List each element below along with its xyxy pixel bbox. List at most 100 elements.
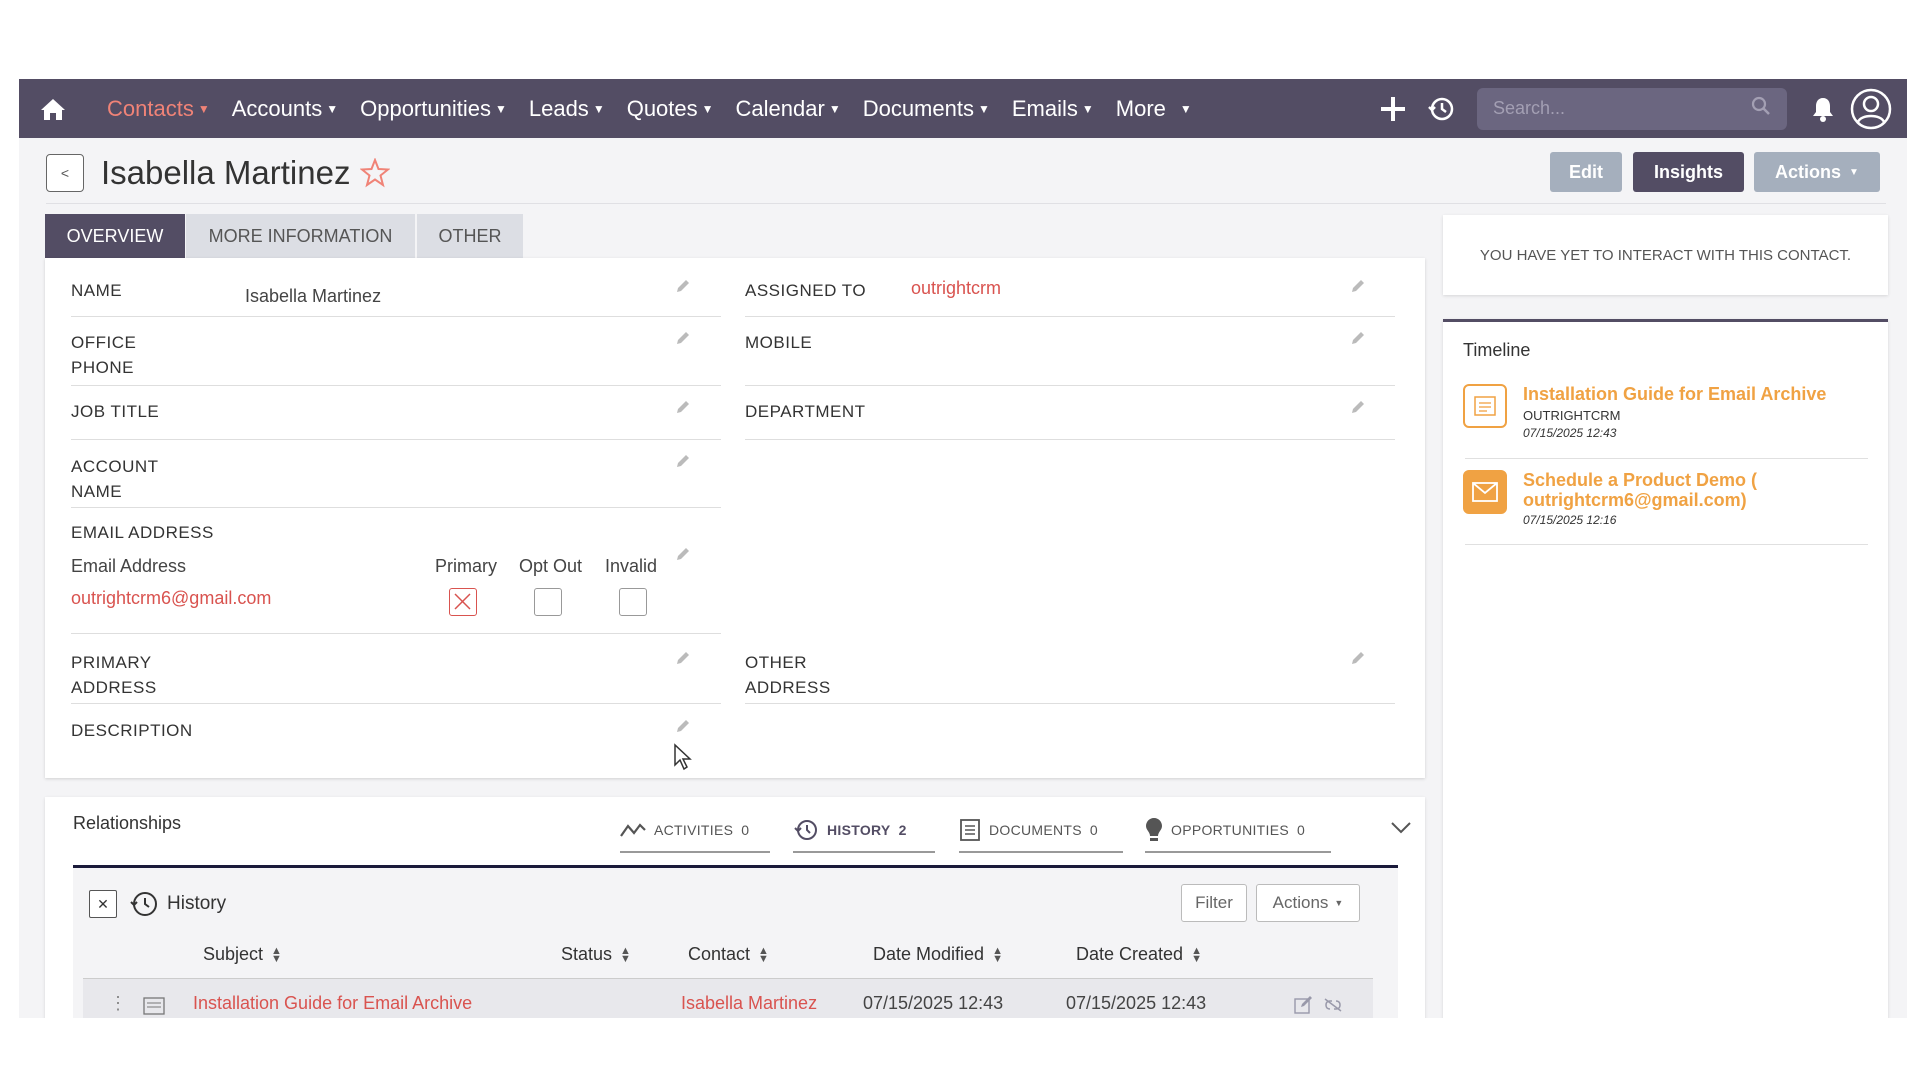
record-name: Isabella Martinez (101, 154, 351, 191)
timeline-link[interactable]: Installation Guide for Email Archive (1523, 384, 1868, 404)
edit-icon[interactable] (1293, 995, 1313, 1015)
edit-button[interactable]: Edit (1550, 152, 1622, 192)
pencil-icon[interactable] (1350, 330, 1366, 346)
history-icon (794, 820, 817, 840)
home-icon[interactable] (27, 79, 79, 138)
rel-tab-activities[interactable]: ACTIVITIES 0 (620, 809, 770, 853)
subpanel-actions-button[interactable]: Actions ▼ (1256, 884, 1360, 922)
nav-more[interactable]: More ▼ (1116, 96, 1192, 122)
divider (745, 385, 1395, 386)
document-icon (143, 997, 165, 1015)
other-address-label: OTHER ADDRESS (745, 653, 831, 697)
col-date-modified[interactable]: Date Modified ▲ ▼ (873, 944, 1003, 965)
col-status[interactable]: Status ▲ ▼ (561, 944, 631, 965)
filter-button[interactable]: Filter (1181, 884, 1247, 922)
close-icon[interactable]: ✕ (89, 890, 117, 918)
back-button[interactable]: < (46, 154, 84, 192)
lightbulb-icon (1146, 818, 1162, 841)
unlink-icon[interactable] (1323, 997, 1343, 1013)
actions-button[interactable]: Actions ▼ (1754, 152, 1880, 192)
primary-address-label: PRIMARY ADDRESS (71, 653, 157, 697)
caret-down-icon: ▼ (1081, 101, 1094, 116)
pencil-icon[interactable] (675, 453, 691, 469)
assigned-to-link[interactable]: outrightcrm (911, 278, 1001, 299)
opt-out-label: Opt Out (519, 556, 583, 576)
pencil-icon[interactable] (675, 399, 691, 415)
sort-icon: ▲ ▼ (1191, 944, 1202, 965)
history-icon[interactable] (1417, 79, 1465, 138)
history-icon (130, 892, 157, 916)
sort-icon: ▲ ▼ (992, 944, 1003, 965)
history-subpanel: ✕ History Filter Actions ▼ Subject ▲ ▼ Stat… (73, 865, 1398, 1018)
row-subject-link[interactable]: Installation Guide for Email Archive (193, 993, 472, 1014)
col-subject[interactable]: Subject ▲ ▼ (203, 944, 282, 965)
tab-more-information[interactable]: MORE INFORMATION (186, 214, 415, 258)
pencil-icon[interactable] (1350, 650, 1366, 666)
relationships-panel: Relationships ACTIVITIES 0 HISTORY 2 DOCUM… (45, 797, 1425, 1018)
search-input[interactable] (1493, 98, 1751, 119)
pencil-icon[interactable] (675, 546, 691, 562)
email-address-label: EMAIL ADDRESS (71, 523, 214, 542)
nav-contacts[interactable]: Contacts ▼ (107, 96, 210, 122)
nav-leads[interactable]: Leads ▼ (529, 96, 605, 122)
nav-calendar[interactable]: Calendar ▼ (736, 96, 841, 122)
chevron-down-icon[interactable] (1390, 821, 1412, 835)
timeline-date: 07/15/2025 12:16 (1523, 513, 1617, 527)
caret-down-icon: ▼ (197, 101, 210, 116)
email-link[interactable]: outrightcrm6@gmail.com (71, 588, 271, 609)
invalid-checkbox[interactable] (619, 588, 647, 616)
tab-other[interactable]: OTHER (417, 214, 523, 258)
divider (71, 439, 721, 440)
caret-down-icon: ▼ (1334, 898, 1344, 908)
row-contact-link[interactable]: Isabella Martinez (681, 993, 817, 1014)
star-icon[interactable] (360, 158, 391, 188)
bell-icon[interactable] (1799, 79, 1847, 138)
user-icon[interactable] (1847, 79, 1895, 138)
rel-tab-history[interactable]: HISTORY 2 (793, 809, 935, 853)
sort-icon: ▲ ▼ (271, 944, 282, 965)
pencil-icon[interactable] (1350, 278, 1366, 294)
relationships-title: Relationships (73, 813, 182, 833)
col-contact[interactable]: Contact ▲ ▼ (688, 944, 769, 965)
envelope-icon (1463, 470, 1507, 514)
nav-documents[interactable]: Documents ▼ (863, 96, 990, 122)
sort-icon: ▲ ▼ (620, 944, 631, 965)
nav-right-tools (1369, 79, 1907, 138)
name-value: Isabella Martinez (245, 286, 382, 306)
office-phone-label: OFFICE PHONE (71, 333, 137, 377)
document-icon (960, 819, 980, 841)
account-name-label: ACCOUNT NAME (71, 457, 159, 501)
nav-opportunities[interactable]: Opportunities ▼ (360, 96, 507, 122)
mouse-cursor-icon (674, 743, 692, 771)
pencil-icon[interactable] (675, 650, 691, 666)
page-title: Isabella Martinez (101, 154, 391, 192)
rel-tab-documents[interactable]: DOCUMENTS 0 (959, 809, 1123, 853)
tab-overview[interactable]: OVERVIEW (45, 214, 185, 258)
row-menu-icon[interactable]: ⋮ (109, 993, 127, 1014)
nav-quotes[interactable]: Quotes ▼ (627, 96, 714, 122)
divider (1465, 458, 1868, 459)
timeline-date: 07/15/2025 12:43 (1523, 426, 1617, 440)
insights-button[interactable]: Insights (1633, 152, 1744, 192)
plus-icon[interactable] (1369, 79, 1417, 138)
row-date-modified: 07/15/2025 12:43 (863, 993, 1004, 1013)
caret-down-icon: ▼ (1849, 166, 1859, 178)
search-icon[interactable] (1751, 96, 1771, 121)
timeline-link[interactable]: Schedule a Product Demo ( outrightcrm6@g… (1523, 470, 1868, 510)
divider (71, 385, 721, 386)
caret-down-icon: ▼ (494, 101, 507, 116)
pencil-icon[interactable] (675, 278, 691, 294)
description-label: DESCRIPTION (71, 721, 193, 740)
divider (745, 703, 1395, 704)
pencil-icon[interactable] (675, 330, 691, 346)
col-date-created[interactable]: Date Created ▲ ▼ (1076, 944, 1202, 965)
rel-tab-opportunities[interactable]: OPPORTUNITIES 0 (1145, 809, 1331, 853)
pencil-icon[interactable] (1350, 399, 1366, 415)
opt-out-checkbox[interactable] (534, 588, 562, 616)
nav-emails[interactable]: Emails ▼ (1012, 96, 1094, 122)
primary-checkbox[interactable] (449, 588, 477, 616)
divider (71, 316, 721, 317)
divider (745, 439, 1395, 440)
pencil-icon[interactable] (675, 718, 691, 734)
nav-accounts[interactable]: Accounts ▼ (232, 96, 338, 122)
